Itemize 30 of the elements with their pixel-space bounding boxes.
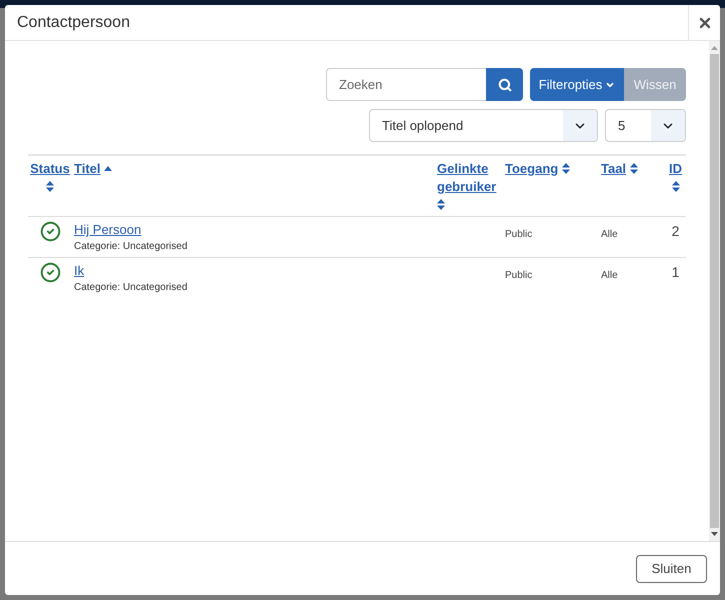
search-button[interactable] (486, 68, 523, 101)
scrollbar-thumb[interactable] (710, 54, 719, 528)
id-text: 2 (672, 223, 680, 239)
scrollbar[interactable] (709, 41, 720, 541)
check-circle-icon[interactable] (40, 221, 60, 242)
access-text: Public (505, 270, 532, 281)
column-header-link[interactable]: Taal (601, 160, 626, 178)
column-header-link[interactable]: Titel (74, 160, 100, 178)
sort-select[interactable]: Titel oplopend (369, 109, 598, 142)
language-text: Alle (601, 270, 618, 281)
contact-title-link[interactable]: Ik (74, 263, 84, 278)
column-header-link[interactable]: Status (30, 160, 70, 178)
scroll-down-arrow-icon[interactable] (711, 532, 718, 536)
id-text: 1 (672, 264, 680, 280)
limit-select[interactable]: 5 (605, 109, 686, 142)
search-field[interactable]: Zoeken (326, 68, 486, 101)
category-text: Categorie: Uncategorised (74, 281, 188, 295)
column-header-link[interactable]: ID (669, 160, 682, 178)
column-header-link[interactable]: Gelinkte gebruiker (437, 160, 501, 196)
language-text: Alle (601, 229, 618, 240)
contact-title-link[interactable]: Hij Persoon (74, 222, 142, 237)
access-text: Public (505, 229, 532, 240)
filter-options-button[interactable]: Filteropties (530, 68, 624, 101)
category-text: Categorie: Uncategorised (74, 240, 188, 254)
column-header-link[interactable]: Toegang (505, 160, 558, 178)
close-button[interactable] (688, 5, 720, 40)
check-circle-icon[interactable] (40, 262, 60, 284)
close-dialog-button[interactable]: Sluiten (636, 554, 707, 582)
search-icon (498, 78, 512, 92)
dialog-title: Contactpersoon (17, 12, 130, 32)
